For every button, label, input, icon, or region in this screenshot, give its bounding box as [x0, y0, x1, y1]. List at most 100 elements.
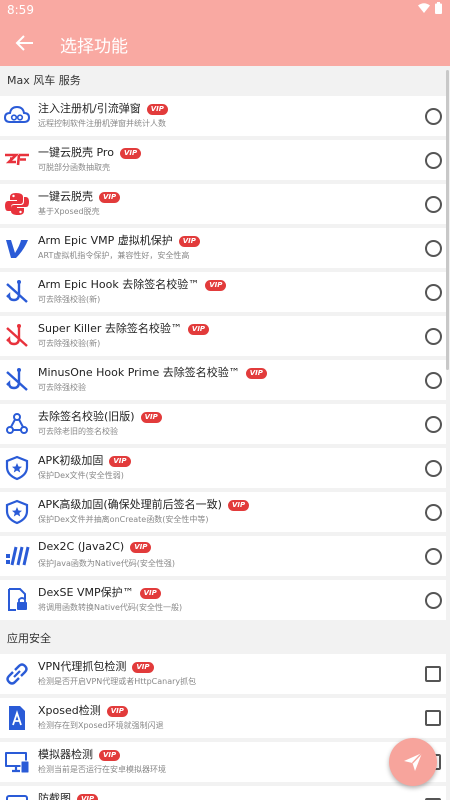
item-description: 将调用函数转换Native代码(安全性一般): [38, 603, 183, 612]
wifi-icon: [418, 3, 430, 13]
shield-star-icon: [5, 499, 29, 525]
item-title: Arm Epic VMP 虚拟机保护: [38, 234, 173, 247]
scrollbar[interactable]: [446, 70, 449, 370]
status-time: 8:59: [7, 3, 34, 17]
vip-badge: VIP: [106, 706, 128, 717]
item-title: 注入注册机/引流弹窗: [38, 102, 141, 115]
list-item[interactable]: 注入注册机/引流弹窗 VIP 远程控制软件注册机弹窗并统计人数: [0, 96, 446, 136]
item-title: Xposed检测: [38, 704, 101, 717]
radio-button[interactable]: [425, 372, 442, 389]
battery-icon: [435, 2, 442, 14]
list-item[interactable]: APK初级加固 VIP 保护Dex文件(安全性弱): [0, 448, 446, 488]
section-header-max: Max 风车 服务: [7, 74, 81, 87]
vip-badge: VIP: [245, 368, 267, 379]
item-title: Super Killer 去除签名校验™: [38, 322, 182, 335]
list-item[interactable]: Arm Epic Hook 去除签名校验™ VIP 可去除强校验(新): [0, 272, 446, 312]
status-bar: 8:59: [0, 0, 450, 20]
list-item[interactable]: 一键云脱壳 Pro VIP 可脱部分函数抽取壳: [0, 140, 446, 180]
item-description: 保护Dex文件并抽离onCreate函数(安全性中等): [38, 515, 209, 524]
item-description: 检测存在到Xposed环境就强制闪退: [38, 721, 164, 730]
vip-badge: VIP: [140, 412, 162, 423]
vip-badge: VIP: [132, 662, 154, 673]
app-bar: 选择功能: [0, 20, 450, 66]
vip-badge: VIP: [139, 588, 161, 599]
radio-button[interactable]: [425, 152, 442, 169]
hook-off-icon: [6, 368, 28, 391]
vip-badge: VIP: [99, 750, 121, 761]
radio-button[interactable]: [425, 196, 442, 213]
list-item[interactable]: Super Killer 去除签名校验™ VIP 可去除强校验(新): [0, 316, 446, 356]
section-header-security: 应用安全: [7, 632, 51, 645]
page-title: 选择功能: [60, 37, 128, 57]
vip-badge: VIP: [205, 280, 227, 291]
list-item[interactable]: Xposed检测 VIP 检测存在到Xposed环境就强制闪退: [0, 698, 446, 738]
list-item[interactable]: APK高级加固(确保处理前后签名一致) VIP 保护Dex文件并抽离onCreat…: [0, 492, 446, 532]
link-icon: [6, 663, 28, 685]
item-title: 模拟器检测: [38, 748, 93, 761]
vip-badge: VIP: [119, 148, 142, 159]
send-button[interactable]: [389, 738, 437, 786]
item-title: 一键云脱壳: [38, 190, 93, 203]
item-description: 远程控制软件注册机弹窗并统计人数: [38, 119, 166, 128]
back-arrow-icon[interactable]: [14, 32, 36, 54]
list-item[interactable]: 去除签名校验(旧版) VIP 可去除老旧的签名校验: [0, 404, 446, 444]
item-description: 基于Xposed脱壳: [38, 207, 100, 216]
list-item[interactable]: 防截图 VIP: [0, 786, 446, 800]
item-title: 防截图: [38, 792, 71, 800]
list-item[interactable]: MinusOne Hook Prime 去除签名校验™ VIP 可去除强校验: [0, 360, 446, 400]
item-description: 可去除强校验(新): [38, 339, 101, 348]
item-description: 可去除强校验(新): [38, 295, 101, 304]
radio-button[interactable]: [425, 548, 442, 565]
item-description: 检测是否开启VPN代理或者HttpCanary抓包: [38, 677, 197, 686]
item-title: APK高级加固(确保处理前后签名一致): [38, 498, 222, 511]
hook-off-red-icon: [6, 324, 28, 347]
radio-button[interactable]: [425, 240, 442, 257]
vip-badge: VIP: [99, 192, 121, 203]
checkbox[interactable]: [425, 710, 441, 726]
item-title: DexSE VMP保护™: [38, 586, 134, 599]
list-item[interactable]: DexSE VMP保护™ VIP 将调用函数转换Native代码(安全性一般): [0, 580, 446, 620]
vip-badge: VIP: [146, 104, 168, 115]
radio-button[interactable]: [425, 108, 442, 125]
cloud-link-icon: [4, 105, 30, 123]
monitor-icon: [5, 752, 30, 774]
list-item[interactable]: Arm Epic VMP 虚拟机保护 VIP ART虚拟机指令保护，兼容性好，安全…: [0, 228, 446, 268]
vip-badge: VIP: [178, 236, 200, 247]
item-title: Dex2C (Java2C): [38, 540, 125, 553]
feature-list[interactable]: Max 风车 服务 注入注册机/引流弹窗 VIP 远程控制软件注册机弹窗并统计人数…: [0, 66, 446, 800]
item-title: APK初级加固: [38, 454, 104, 467]
v-logo-icon: [6, 240, 28, 258]
item-description: 可去除老旧的签名校验: [38, 427, 118, 436]
list-item[interactable]: Dex2C (Java2C) VIP 保护Java函数为Native代码(安全性强…: [0, 536, 446, 576]
webhook-icon: [6, 413, 28, 434]
item-description: 检测当前是否运行在安卓模拟器环境: [38, 765, 166, 774]
vip-badge: VIP: [227, 500, 250, 511]
list-item[interactable]: 模拟器检测 VIP 检测当前是否运行在安卓模拟器环境: [0, 742, 446, 782]
radio-button[interactable]: [425, 328, 442, 345]
item-title: 一键云脱壳 Pro: [38, 146, 114, 159]
list-item[interactable]: VPN代理抓包检测 VIP 检测是否开启VPN代理或者HttpCanary抓包: [0, 654, 446, 694]
vip-badge: VIP: [187, 324, 210, 335]
item-description: 可脱部分函数抽取壳: [38, 163, 110, 172]
send-icon: [404, 752, 423, 771]
radio-button[interactable]: [425, 460, 442, 477]
list-item[interactable]: 一键云脱壳 VIP 基于Xposed脱壳: [0, 184, 446, 224]
item-description: 保护Java函数为Native代码(安全性强): [38, 559, 176, 568]
lock-file-icon: [8, 588, 27, 611]
item-description: 可去除强校验: [38, 383, 86, 392]
zf-logo-icon: [5, 153, 29, 166]
vip-badge: VIP: [130, 542, 152, 553]
vip-badge: VIP: [77, 794, 99, 800]
dex2c-icon: [6, 546, 30, 566]
item-title: Arm Epic Hook 去除签名校验™: [38, 278, 200, 291]
checkbox[interactable]: [425, 666, 441, 682]
xposed-icon: [9, 706, 25, 730]
radio-button[interactable]: [425, 416, 442, 433]
radio-button[interactable]: [425, 284, 442, 301]
vip-badge: VIP: [109, 456, 131, 467]
radio-button[interactable]: [425, 504, 442, 521]
radio-button[interactable]: [425, 592, 442, 609]
item-title: 去除签名校验(旧版): [38, 410, 135, 423]
item-description: 保护Dex文件(安全性弱): [38, 471, 124, 480]
screenshot-icon: [6, 795, 28, 800]
